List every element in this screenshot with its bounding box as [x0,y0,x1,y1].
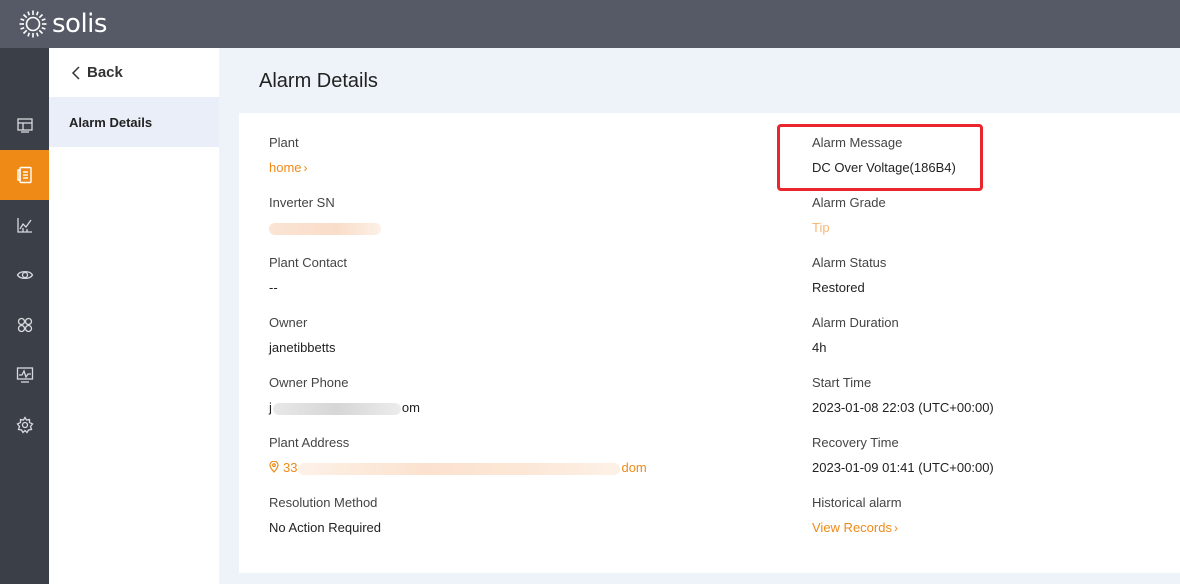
top-bar: solis [0,0,1180,48]
rail-item-analytics[interactable] [0,200,49,250]
plant-label: Plant [269,135,299,150]
subnav-item-alarm-details[interactable]: Alarm Details [49,97,219,147]
sub-nav: Back Alarm Details [49,48,219,584]
field-historical-alarm: Historical alarm View Records › [812,494,902,537]
alarm-icon [16,166,32,184]
plant-value: home [269,160,302,175]
alarm-status-label: Alarm Status [812,255,887,270]
brand-name: solis [52,9,107,39]
field-alarm-duration: Alarm Duration 4h [812,314,899,357]
rail-item-services[interactable] [0,300,49,350]
field-inverter-sn: Inverter SN [269,194,381,237]
rail-item-settings[interactable] [0,400,49,450]
rail-item-devices[interactable] [0,350,49,400]
left-rail [0,48,49,584]
back-button[interactable]: Back [49,48,219,97]
plant-contact-value: -- [269,280,278,295]
plant-contact-label: Plant Contact [269,255,348,270]
plant-address-link[interactable]: 33 dom [269,459,647,477]
owner-phone-label: Owner Phone [269,375,349,390]
alarm-duration-label: Alarm Duration [812,315,899,330]
location-pin-icon [269,461,279,473]
chart-icon [16,218,32,233]
rail-item-monitor[interactable] [0,250,49,300]
view-records-label: View Records [812,520,892,535]
monitor-icon [16,367,33,383]
alarm-status-value: Restored [812,280,865,295]
inverter-sn-value [269,219,381,237]
view-records-link[interactable]: View Records › [812,519,902,537]
page-title: Alarm Details [259,70,378,92]
settings-icon [15,416,34,434]
brand-logo[interactable]: solis [18,9,107,39]
start-time-label: Start Time [812,375,872,390]
resolution-method-label: Resolution Method [269,495,378,510]
field-recovery-time: Recovery Time 2023-01-09 01:41 (UTC+00:0… [812,434,994,477]
rail-item-overview[interactable] [0,100,49,150]
owner-phone-value: j om [269,399,420,417]
field-resolution-method: Resolution Method No Action Required [269,494,381,537]
field-alarm-grade: Alarm Grade Tip [812,194,886,237]
plant-address-prefix: 33 [283,460,298,475]
alarm-duration-value: 4h [812,340,827,355]
chevron-left-icon [71,65,80,80]
field-start-time: Start Time 2023-01-08 22:03 (UTC+00:00) [812,374,994,417]
back-label: Back [87,64,123,81]
field-owner-phone: Owner Phone j om [269,374,420,417]
start-time-value: 2023-01-08 22:03 (UTC+00:00) [812,400,994,415]
recovery-time-value: 2023-01-09 01:41 (UTC+00:00) [812,460,994,475]
resolution-method-value: No Action Required [269,520,382,535]
recovery-time-label: Recovery Time [812,435,899,450]
field-plant: Plant home › [269,134,308,177]
chevron-right-icon: › [893,521,898,535]
chevron-right-icon: › [303,161,308,175]
owner-phone-prefix: j [269,400,272,415]
field-plant-contact: Plant Contact -- [269,254,347,297]
field-plant-address: Plant Address 33 dom [269,434,647,477]
inverter-sn-label: Inverter SN [269,195,335,210]
services-icon [17,317,32,333]
alarm-message-highlight [777,124,983,191]
plant-link[interactable]: home › [269,159,308,177]
owner-value: janetibbetts [269,340,336,355]
historical-alarm-label: Historical alarm [812,495,902,510]
plant-address-suffix: dom [621,460,647,475]
plant-address-label: Plant Address [269,435,350,450]
eye-icon [16,270,33,280]
owner-label: Owner [269,315,308,330]
owner-phone-suffix: om [401,400,420,415]
rail-item-alarms[interactable] [0,150,49,200]
field-alarm-status: Alarm Status Restored [812,254,886,297]
field-owner: Owner janetibbetts [269,314,336,357]
solis-sun-icon [19,10,47,38]
overview-icon [16,118,33,133]
alarm-grade-label: Alarm Grade [812,195,886,210]
alarm-grade-value: Tip [812,220,830,235]
